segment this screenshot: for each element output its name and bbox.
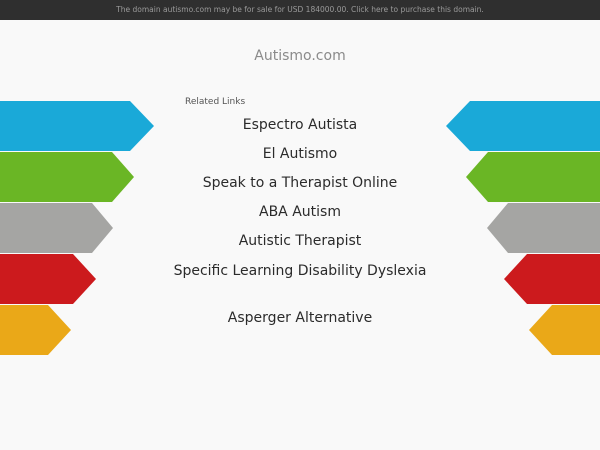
related-link[interactable]: Asperger Alternative <box>0 309 600 327</box>
domain-sale-banner[interactable]: The domain autismo.com may be for sale f… <box>0 0 600 20</box>
page: The domain autismo.com may be for sale f… <box>0 0 600 450</box>
related-link[interactable]: El Autismo <box>0 145 600 163</box>
domain-title: Autismo.com <box>254 48 346 64</box>
domain-sale-link[interactable]: The domain autismo.com may be for sale f… <box>116 5 484 14</box>
decorative-arrow-red-right <box>504 254 600 304</box>
decorative-arrow-red-left <box>0 254 96 304</box>
related-link[interactable]: Autistic Therapist <box>0 232 600 250</box>
related-link[interactable]: ABA Autism <box>0 203 600 221</box>
related-link[interactable]: Specific Learning Disability Dyslexia <box>150 262 450 280</box>
related-link[interactable]: Speak to a Therapist Online <box>0 174 600 192</box>
related-link[interactable]: Espectro Autista <box>0 116 600 134</box>
related-links-heading: Related Links <box>185 97 246 107</box>
